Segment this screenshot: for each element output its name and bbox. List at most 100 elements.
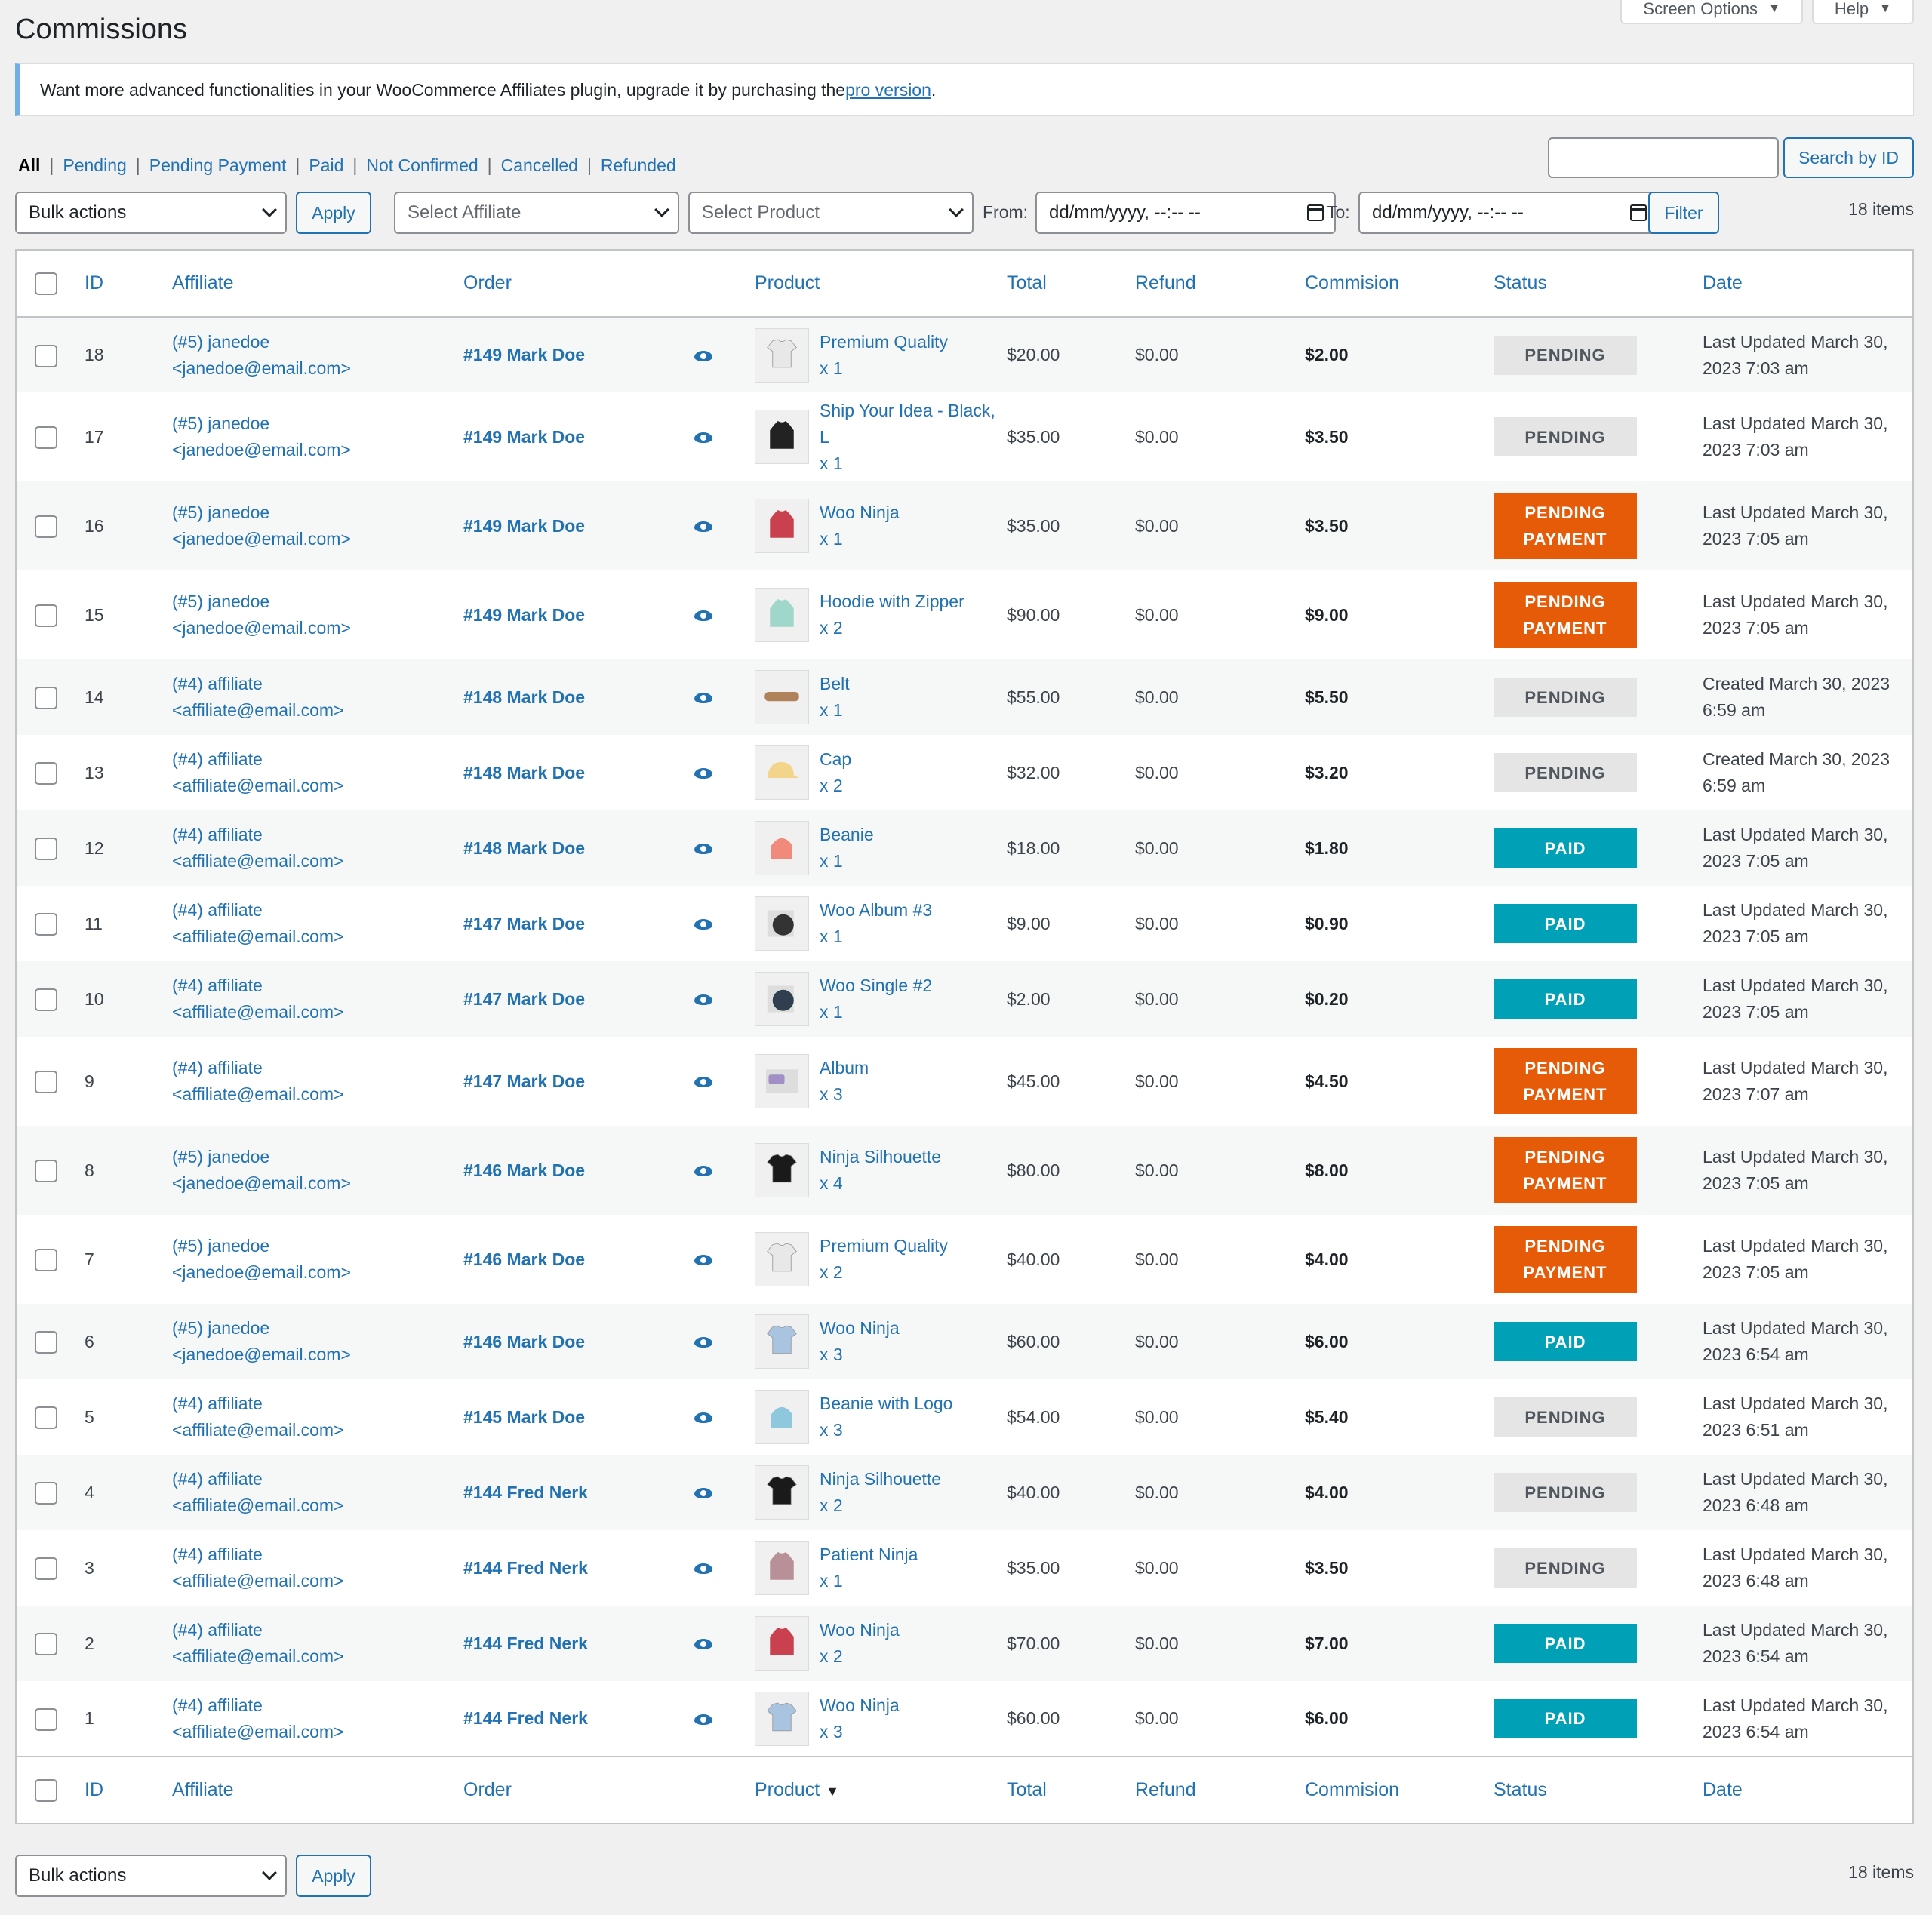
view-order-eye-icon[interactable]	[694, 610, 712, 622]
affiliate-email[interactable]: <janedoe@email.com>	[172, 1259, 463, 1286]
order-link[interactable]: #148 Mark Doe	[463, 838, 585, 858]
row-checkbox[interactable]	[35, 762, 57, 785]
order-link[interactable]: #146 Mark Doe	[463, 1160, 585, 1180]
affiliate-email[interactable]: <affiliate@email.com>	[172, 1417, 463, 1443]
order-link[interactable]: #144 Fred Nerk	[463, 1708, 588, 1728]
column-product[interactable]: Product	[755, 251, 1007, 318]
affiliate-email[interactable]: <janedoe@email.com>	[172, 437, 463, 463]
to-date-input[interactable]: dd/mm/yyyy, --:-- --	[1358, 192, 1659, 234]
product-link[interactable]: Hoodie with Zipper	[820, 589, 964, 615]
view-cancelled[interactable]: Cancelled	[501, 155, 578, 176]
product-link[interactable]: Woo Ninja	[820, 1315, 900, 1342]
order-link[interactable]: #149 Mark Doe	[463, 605, 585, 625]
view-order-eye-icon[interactable]	[694, 1488, 712, 1499]
product-link[interactable]: Woo Ninja	[820, 1617, 900, 1643]
order-link[interactable]: #146 Mark Doe	[463, 1250, 585, 1269]
column-id[interactable]: ID	[85, 251, 172, 318]
affiliate-email[interactable]: <janedoe@email.com>	[172, 355, 463, 382]
product-link[interactable]: Ninja Silhouette	[820, 1144, 941, 1170]
belt-icon[interactable]	[755, 670, 809, 724]
pro-version-link[interactable]: pro version	[845, 80, 931, 100]
affiliate-email[interactable]: <affiliate@email.com>	[172, 1643, 463, 1670]
product-link[interactable]: Woo Single #2	[820, 973, 932, 999]
column-total[interactable]: Total	[1007, 251, 1135, 318]
column-total[interactable]: Total	[1007, 1756, 1135, 1823]
view-order-eye-icon[interactable]	[694, 693, 712, 704]
hoodie-red-icon[interactable]	[755, 1616, 809, 1671]
affiliate-link[interactable]: (#4) affiliate	[172, 1542, 463, 1568]
apply-button[interactable]: Apply	[296, 192, 371, 234]
affiliate-email[interactable]: <affiliate@email.com>	[172, 773, 463, 799]
view-order-eye-icon[interactable]	[694, 1337, 712, 1348]
select-affiliate[interactable]: Select Affiliate	[394, 192, 679, 234]
view-order-eye-icon[interactable]	[694, 919, 712, 930]
bulk-actions-select-bottom[interactable]: Bulk actions	[15, 1855, 287, 1897]
column-status[interactable]: Status	[1494, 251, 1703, 318]
order-link[interactable]: #148 Mark Doe	[463, 687, 585, 707]
affiliate-link[interactable]: (#4) affiliate	[172, 1617, 463, 1643]
hoodie-pink-icon[interactable]	[755, 1541, 809, 1595]
order-link[interactable]: #144 Fred Nerk	[463, 1558, 588, 1578]
row-checkbox[interactable]	[35, 1557, 57, 1581]
search-by-id-button[interactable]: Search by ID	[1783, 137, 1914, 178]
search-id-input[interactable]	[1548, 137, 1780, 178]
row-checkbox[interactable]	[35, 1406, 57, 1430]
view-not-confirmed[interactable]: Not Confirmed	[366, 155, 478, 176]
row-checkbox[interactable]	[35, 1482, 57, 1505]
tshirt-black-icon[interactable]	[755, 1143, 809, 1197]
affiliate-link[interactable]: (#5) janedoe	[172, 329, 463, 355]
row-checkbox[interactable]	[35, 687, 57, 710]
affiliate-email[interactable]: <affiliate@email.com>	[172, 924, 463, 950]
order-link[interactable]: #146 Mark Doe	[463, 1332, 585, 1351]
column-date[interactable]: Date	[1703, 1756, 1912, 1823]
affiliate-link[interactable]: (#4) affiliate	[172, 746, 463, 773]
beanie-blue-icon[interactable]	[755, 1390, 809, 1444]
row-checkbox[interactable]	[35, 1160, 57, 1183]
view-order-eye-icon[interactable]	[694, 1412, 712, 1424]
affiliate-link[interactable]: (#4) affiliate	[172, 1391, 463, 1417]
order-link[interactable]: #144 Fred Nerk	[463, 1634, 588, 1653]
affiliate-email[interactable]: <affiliate@email.com>	[172, 999, 463, 1025]
view-refunded[interactable]: Refunded	[601, 155, 676, 176]
affiliate-link[interactable]: (#5) janedoe	[172, 589, 463, 615]
affiliate-link[interactable]: (#4) affiliate	[172, 671, 463, 697]
product-link[interactable]: Beanie with Logo	[820, 1391, 952, 1417]
screen-options-tab[interactable]: Screen Options ▼	[1620, 0, 1803, 24]
view-order-eye-icon[interactable]	[694, 1255, 712, 1266]
order-link[interactable]: #144 Fred Nerk	[463, 1483, 588, 1502]
affiliate-email[interactable]: <janedoe@email.com>	[172, 1170, 463, 1197]
view-all[interactable]: All	[18, 155, 40, 176]
single-icon[interactable]	[755, 972, 809, 1026]
product-link[interactable]: Patient Ninja	[820, 1542, 918, 1568]
row-checkbox[interactable]	[35, 1071, 57, 1094]
product-link[interactable]: Premium Quality	[820, 1233, 948, 1259]
order-link[interactable]: #149 Mark Doe	[463, 427, 585, 447]
bulk-actions-select[interactable]: Bulk actions	[15, 192, 287, 234]
calendar-icon[interactable]	[1307, 204, 1324, 221]
affiliate-email[interactable]: <janedoe@email.com>	[172, 1342, 463, 1368]
row-checkbox[interactable]	[35, 913, 57, 936]
select-all-checkbox[interactable]	[35, 1778, 57, 1802]
affiliate-link[interactable]: (#5) janedoe	[172, 1233, 463, 1259]
view-order-eye-icon[interactable]	[694, 1714, 712, 1725]
row-checkbox[interactable]	[35, 1331, 57, 1354]
filter-button[interactable]: Filter	[1648, 192, 1719, 234]
affiliate-email[interactable]: <janedoe@email.com>	[172, 615, 463, 641]
view-order-eye-icon[interactable]	[694, 521, 712, 533]
view-pending-payment[interactable]: Pending Payment	[149, 155, 287, 176]
order-link[interactable]: #147 Mark Doe	[463, 989, 585, 1009]
view-pending[interactable]: Pending	[63, 155, 126, 176]
row-checkbox[interactable]	[35, 1249, 57, 1272]
cap-icon[interactable]	[755, 745, 809, 800]
order-link[interactable]: #148 Mark Doe	[463, 763, 585, 782]
tshirt-white-icon[interactable]	[755, 1232, 809, 1286]
product-link[interactable]: Ninja Silhouette	[820, 1466, 941, 1492]
affiliate-link[interactable]: (#5) janedoe	[172, 1144, 463, 1170]
select-product[interactable]: Select Product	[688, 192, 974, 234]
affiliate-email[interactable]: <affiliate@email.com>	[172, 697, 463, 724]
affiliate-email[interactable]: <affiliate@email.com>	[172, 1568, 463, 1594]
view-order-eye-icon[interactable]	[694, 994, 712, 1006]
select-all-checkbox[interactable]	[35, 272, 57, 295]
affiliate-email[interactable]: <affiliate@email.com>	[172, 1719, 463, 1745]
column-refund[interactable]: Refund	[1135, 251, 1305, 318]
